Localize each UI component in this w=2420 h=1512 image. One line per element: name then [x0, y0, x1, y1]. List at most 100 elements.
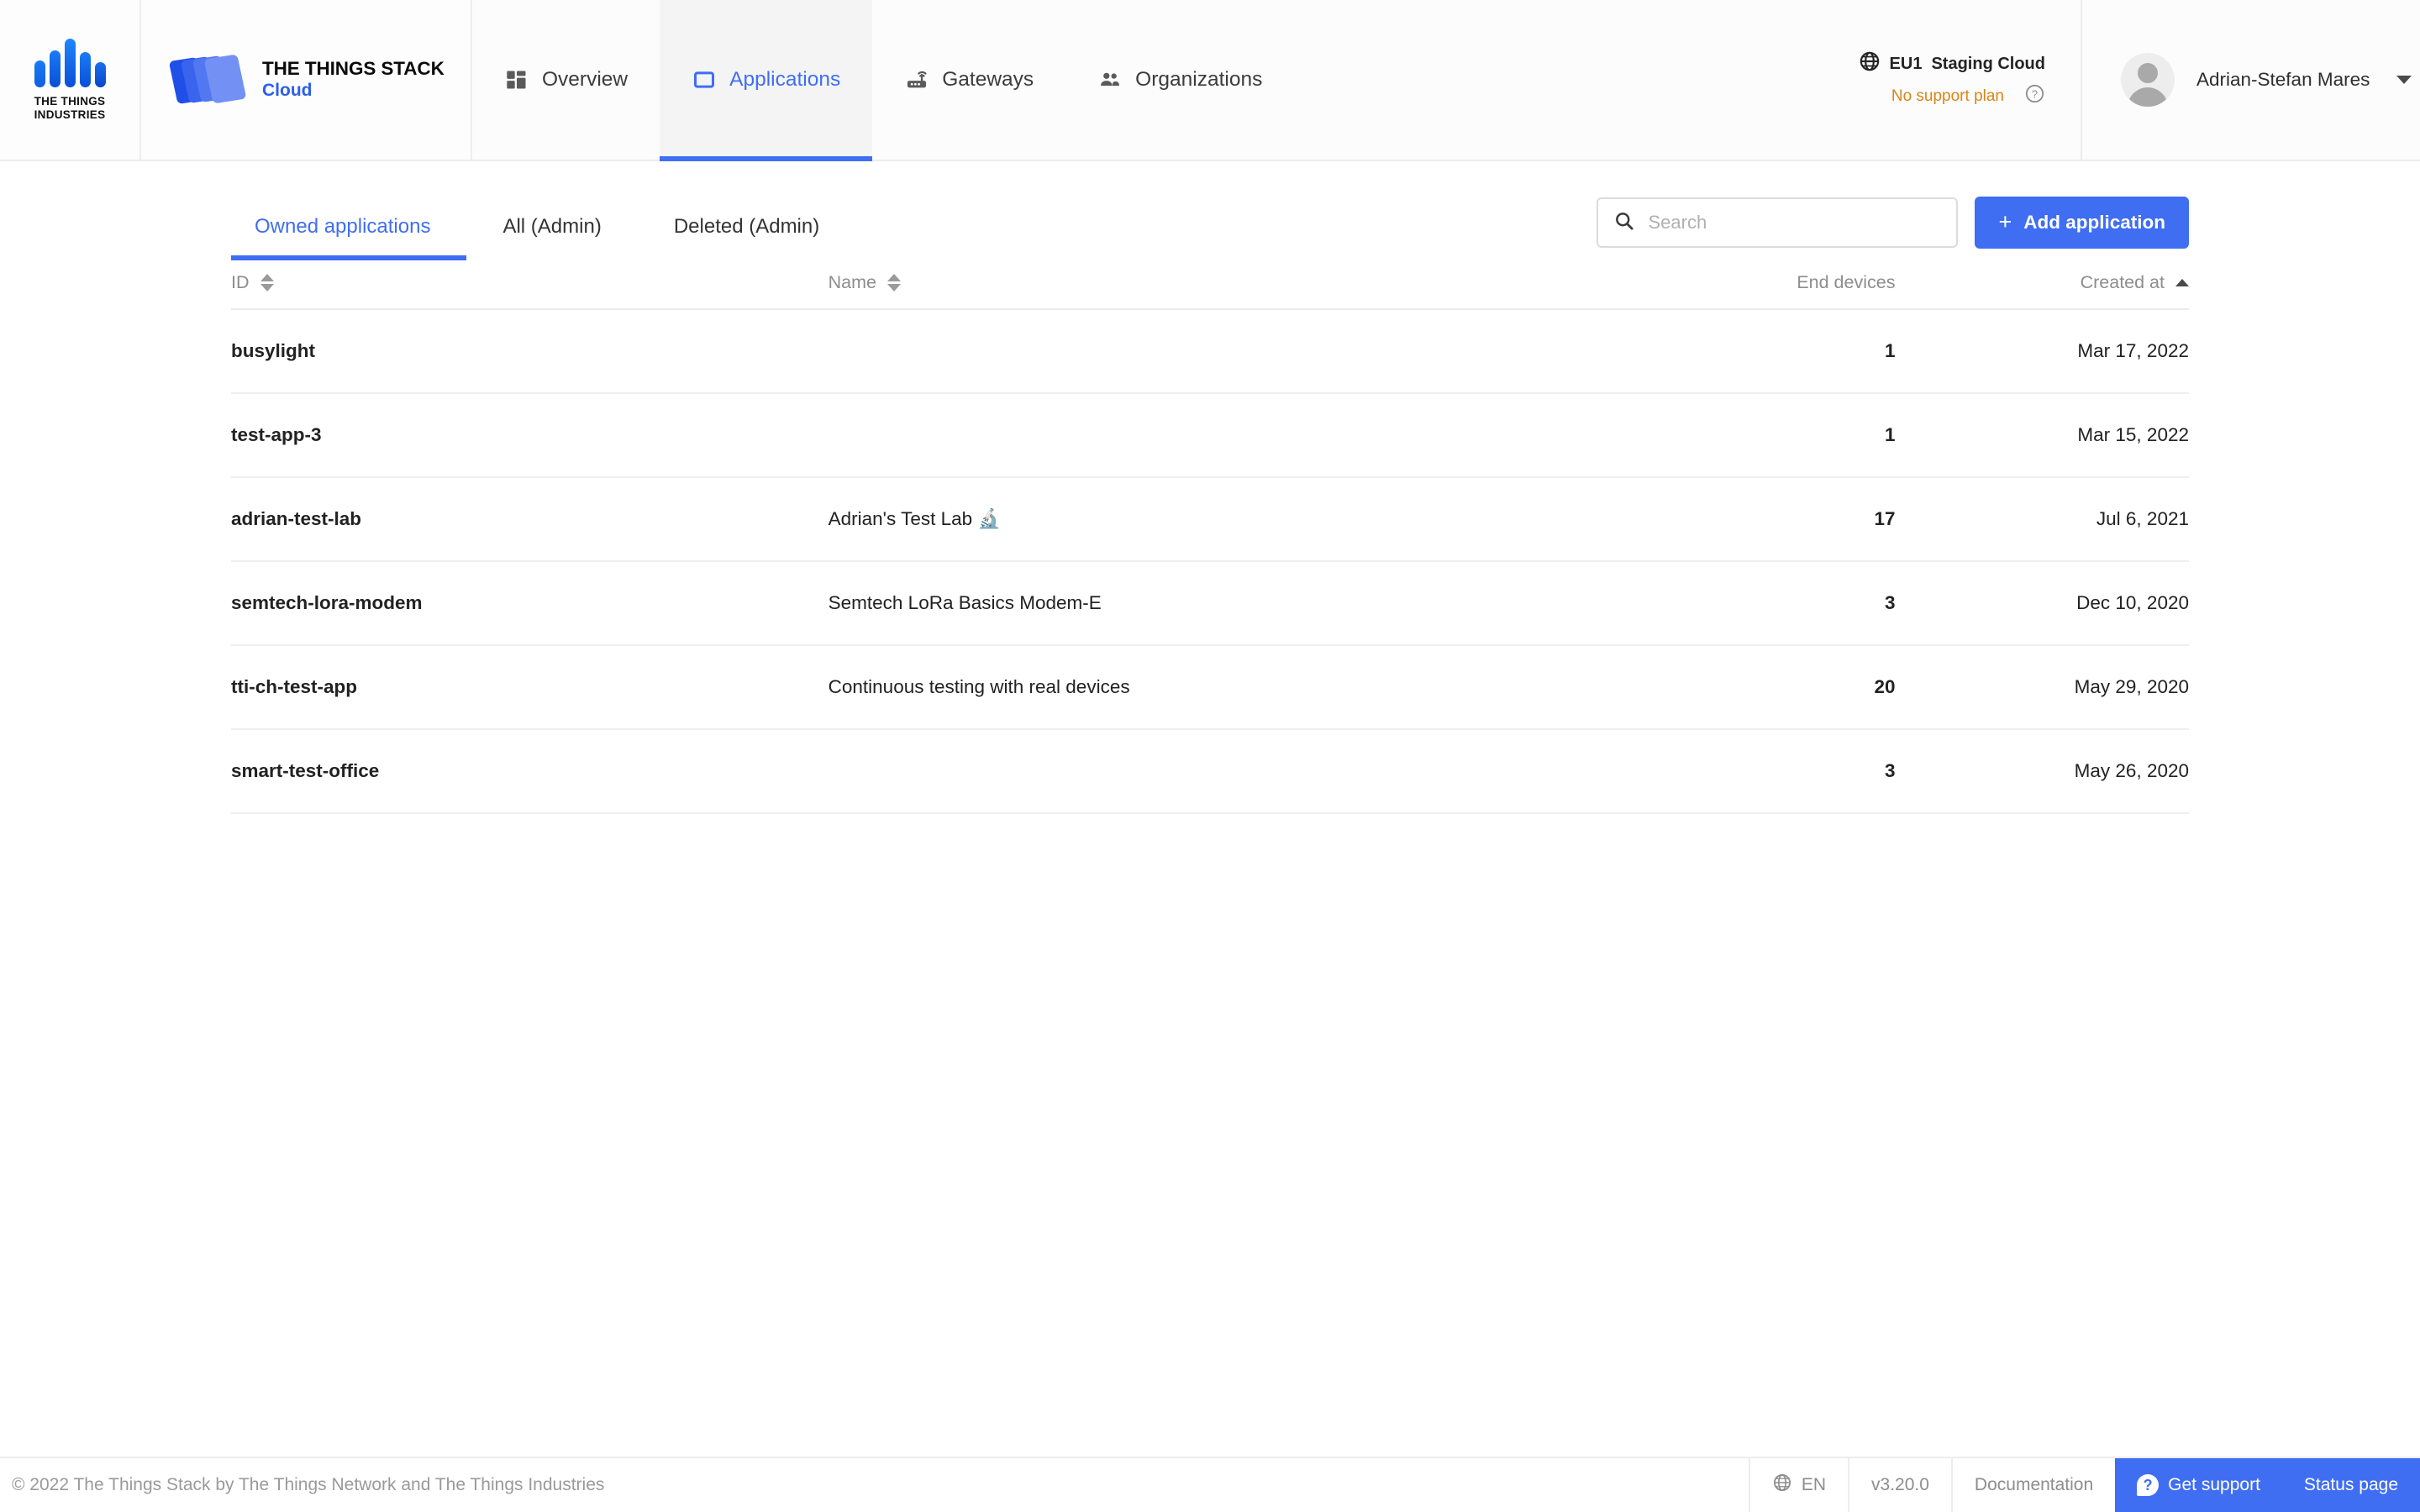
applications-tabs: Owned applications All (Admin) Deleted (…: [231, 215, 855, 260]
user-menu[interactable]: Adrian-Stefan Mares: [2081, 0, 2420, 160]
application-icon: [692, 67, 717, 92]
plus-icon: +: [1998, 211, 2012, 234]
table-row[interactable]: semtech-lora-modem Semtech LoRa Basics M…: [231, 561, 2189, 645]
nav-item-gateways[interactable]: Gateways: [872, 0, 1065, 160]
cell-name: Continuous testing with real devices: [829, 645, 1592, 729]
cell-id: busylight: [231, 309, 829, 393]
globe-icon: [1772, 1473, 1792, 1498]
gateway-icon: [904, 67, 929, 92]
table-row[interactable]: tti-ch-test-app Continuous testing with …: [231, 645, 2189, 729]
version-label: v3.20.0: [1848, 1458, 1951, 1512]
column-header-name[interactable]: Name: [829, 260, 1592, 309]
add-application-label: Add application: [2023, 212, 2165, 234]
nav-label-gateways: Gateways: [942, 68, 1034, 92]
cell-id: test-app-3: [231, 393, 829, 477]
svg-text:?: ?: [2032, 88, 2038, 100]
nav-label-overview: Overview: [542, 68, 628, 92]
cell-name: [829, 729, 1592, 813]
table-header-row: ID Name End de: [231, 260, 2189, 309]
cluster-region: EU1: [1890, 55, 1923, 74]
sort-ascending-icon: [2175, 279, 2189, 286]
cell-name: Semtech LoRa Basics Modem-E: [829, 561, 1592, 645]
table-row[interactable]: adrian-test-lab Adrian's Test Lab 🔬 17 J…: [231, 477, 2189, 561]
dashboard-icon: [504, 67, 529, 92]
nav-item-organizations[interactable]: Organizations: [1065, 0, 1294, 160]
organizations-icon: [1097, 67, 1123, 92]
tab-owned-applications[interactable]: Owned applications: [231, 215, 466, 260]
cell-id: smart-test-office: [231, 729, 829, 813]
table-row[interactable]: test-app-3 1 Mar 15, 2022: [231, 393, 2189, 477]
column-header-end-devices: End devices: [1591, 260, 1895, 309]
status-page-label: Status page: [2304, 1475, 2398, 1495]
documentation-link[interactable]: Documentation: [1951, 1458, 2115, 1512]
nav-item-applications[interactable]: Applications: [660, 0, 872, 160]
main-content: Owned applications All (Admin) Deleted (…: [0, 161, 2420, 1457]
get-support-label: Get support: [2168, 1475, 2260, 1495]
column-label-name: Name: [829, 272, 876, 293]
documentation-label: Documentation: [1975, 1475, 2093, 1495]
toolbar-actions: + Add application: [1597, 197, 2189, 260]
app-header: THE THINGS INDUSTRIES THE THINGS STACK C…: [0, 0, 2420, 161]
cell-name: [829, 393, 1592, 477]
tab-all-admin[interactable]: All (Admin): [466, 215, 637, 260]
language-label: EN: [1802, 1475, 1826, 1495]
cell-created-at: Dec 10, 2020: [1895, 561, 2189, 645]
stack-subtitle: Cloud: [262, 81, 445, 101]
header-spacer: [1294, 0, 1858, 160]
stack-cards-icon: [173, 54, 244, 106]
support-plan-text: No support plan: [1891, 87, 2004, 106]
cell-name: [829, 309, 1592, 393]
language-selector[interactable]: EN: [1749, 1458, 1848, 1512]
column-label-id: ID: [231, 272, 250, 293]
sort-icon-id: [260, 274, 274, 291]
search-box[interactable]: [1597, 197, 1958, 248]
cell-created-at: May 29, 2020: [1895, 645, 2189, 729]
the-things-stack-logo[interactable]: THE THINGS STACK Cloud: [141, 0, 472, 160]
cell-id: adrian-test-lab: [231, 477, 829, 561]
applications-table: ID Name End de: [231, 260, 2189, 814]
version-text: v3.20.0: [1871, 1475, 1929, 1495]
support-section: ? Get support Status page: [2115, 1458, 2420, 1512]
question-circle-icon[interactable]: ?: [2024, 83, 2045, 109]
app-footer: © 2022 The Things Stack by The Things Ne…: [0, 1457, 2420, 1512]
copyright-text: © 2022 The Things Stack by The Things Ne…: [0, 1458, 1749, 1512]
cell-end-devices: 3: [1591, 729, 1895, 813]
tti-wordmark-line1: THE THINGS: [34, 95, 106, 108]
cell-created-at: Mar 17, 2022: [1895, 309, 2189, 393]
cell-end-devices: 20: [1591, 645, 1895, 729]
add-application-button[interactable]: + Add application: [1975, 197, 2189, 249]
globe-icon: [1859, 50, 1881, 77]
nav-item-overview[interactable]: Overview: [472, 0, 660, 160]
cluster-name: Staging Cloud: [1931, 55, 2045, 74]
tti-wordmark: THE THINGS INDUSTRIES: [34, 95, 106, 122]
cell-created-at: Jul 6, 2021: [1895, 477, 2189, 561]
search-input[interactable]: [1648, 212, 1941, 234]
stack-title: THE THINGS STACK: [262, 58, 445, 80]
cell-id: semtech-lora-modem: [231, 561, 829, 645]
table-row[interactable]: busylight 1 Mar 17, 2022: [231, 309, 2189, 393]
column-label-end-devices: End devices: [1797, 272, 1895, 293]
cell-end-devices: 3: [1591, 561, 1895, 645]
user-name: Adrian-Stefan Mares: [2196, 69, 2370, 91]
column-label-created-at: Created at: [2081, 272, 2165, 293]
table-row[interactable]: smart-test-office 3 May 26, 2020: [231, 729, 2189, 813]
applications-table-body: busylight 1 Mar 17, 2022 test-app-3 1 Ma…: [231, 309, 2189, 813]
cell-created-at: Mar 15, 2022: [1895, 393, 2189, 477]
tab-deleted-admin[interactable]: Deleted (Admin): [638, 215, 855, 260]
cell-created-at: May 26, 2020: [1895, 729, 2189, 813]
sort-icon-name: [887, 274, 901, 291]
column-header-id[interactable]: ID: [231, 260, 829, 309]
cell-end-devices: 17: [1591, 477, 1895, 561]
cell-name: Adrian's Test Lab 🔬: [829, 477, 1592, 561]
column-header-created-at[interactable]: Created at: [1895, 260, 2189, 309]
cell-end-devices: 1: [1591, 393, 1895, 477]
tti-wordmark-line2: INDUSTRIES: [34, 108, 106, 122]
status-page-link[interactable]: Status page: [2282, 1475, 2420, 1495]
tab-label: All (Admin): [502, 215, 601, 238]
get-support-link[interactable]: ? Get support: [2115, 1474, 2282, 1496]
tab-label: Deleted (Admin): [674, 215, 819, 238]
chevron-down-icon: [2396, 76, 2412, 84]
question-mark-icon: ?: [2137, 1474, 2159, 1496]
tab-label: Owned applications: [255, 215, 430, 238]
tti-logo[interactable]: THE THINGS INDUSTRIES: [0, 0, 141, 160]
